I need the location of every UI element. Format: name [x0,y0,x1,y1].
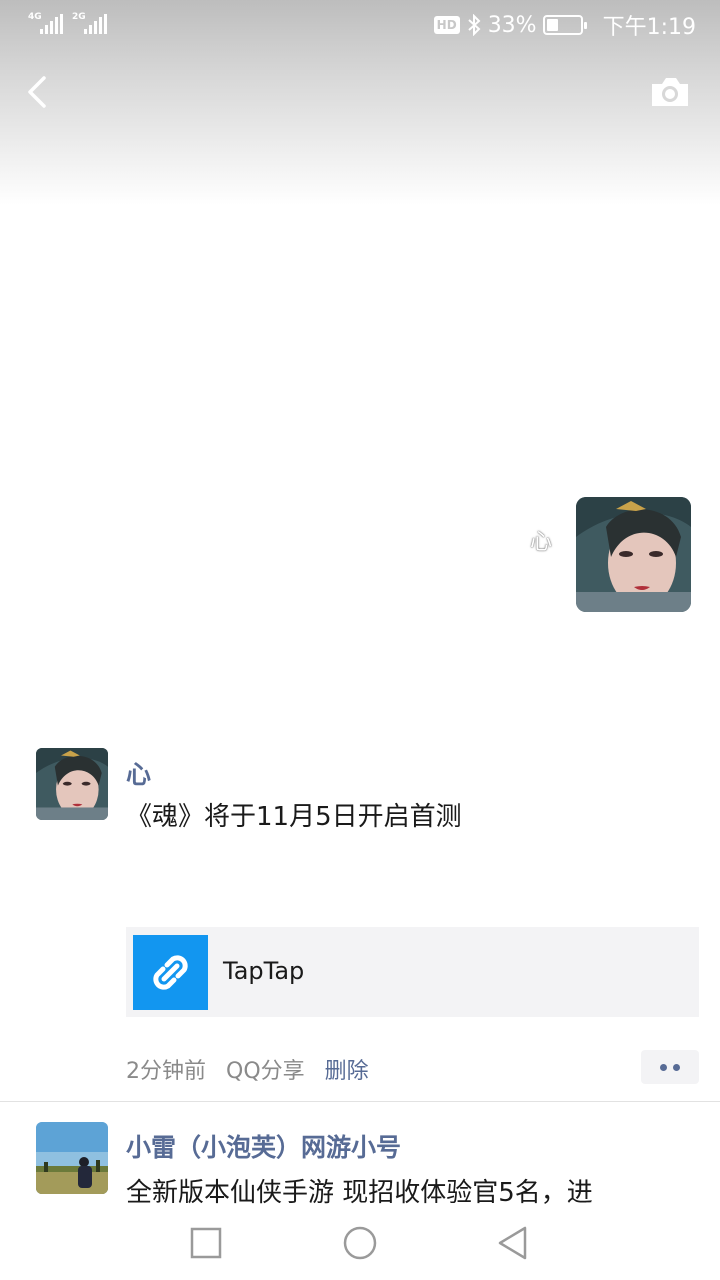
post-time: 2分钟前 [126,1059,206,1084]
signal-bars-icon [40,14,64,34]
cover-username[interactable]: 心 [530,524,552,556]
chevron-left-icon [28,76,46,108]
post-source: QQ分享 [226,1059,305,1084]
post-author-name[interactable]: 心 [126,755,151,791]
system-navigation-bar [0,1205,720,1280]
square-icon [190,1227,222,1259]
signal-bars-icon [84,14,108,34]
camera-icon [652,78,688,106]
next-post-author-name[interactable]: 小雷（小泡芙）网游小号 [126,1128,401,1164]
recent-apps-button[interactable] [186,1223,226,1263]
avatar-image [36,748,108,820]
avatar-image [576,497,691,612]
post-text: 《魂》将于11月5日开启首测 [126,802,462,832]
signal-4g: 4G [28,12,68,36]
battery-fill [546,19,559,31]
avatar-image [36,1122,108,1194]
next-post-text: 全新版本仙侠手游 现招收体验官5名，进 [126,1178,593,1208]
post-meta: 2分钟前 QQ分享 删除 [126,1052,369,1086]
link-title: TapTap [223,957,305,985]
home-button[interactable] [340,1223,380,1263]
more-dots-icon [673,1064,680,1071]
bluetooth-icon [468,14,481,36]
status-bar: 4G 2G HD 33% 下午1:19 [0,0,720,50]
link-icon [133,935,208,1010]
system-back-button[interactable] [494,1223,534,1263]
camera-button[interactable] [648,72,692,112]
battery-icon [542,15,587,35]
status-right: HD 33% 下午1:19 [433,10,696,40]
post-avatar[interactable] [36,748,108,820]
triangle-back-icon [498,1226,527,1260]
next-post-avatar[interactable] [36,1122,108,1194]
cover-avatar[interactable] [576,497,691,612]
divider [0,1101,720,1102]
more-actions-button[interactable] [641,1050,699,1084]
delete-link[interactable]: 删除 [325,1053,369,1085]
clock: 下午1:19 [602,15,696,40]
more-dots-icon [660,1064,667,1071]
hd-icon: HD [433,16,460,34]
shared-link-card[interactable]: TapTap [126,927,699,1017]
battery-percent: 33% [487,12,537,38]
circle-icon [343,1226,377,1260]
signal-2g: 2G [72,12,112,36]
chain-link-icon [153,955,188,990]
back-button[interactable] [20,72,60,112]
